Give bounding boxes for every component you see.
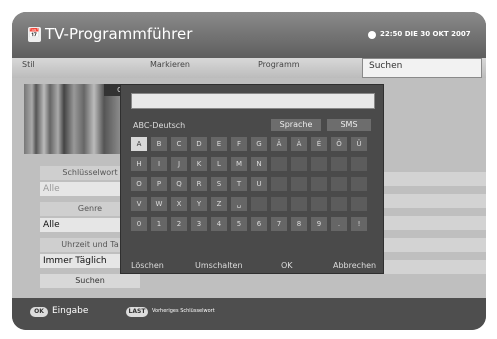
language-button[interactable]: Sprache xyxy=(271,119,321,131)
last-key-icon: LAST xyxy=(126,307,148,317)
keyboard-input[interactable] xyxy=(131,93,375,109)
key-4-5[interactable]: 5 xyxy=(231,217,247,231)
key-3-6[interactable] xyxy=(251,197,267,211)
key-0-6[interactable]: G xyxy=(251,137,267,151)
cancel-button[interactable]: Abbrechen xyxy=(333,261,376,270)
key-1-3[interactable]: K xyxy=(191,157,207,171)
ok-key-icon: OK xyxy=(30,307,48,317)
key-0-4[interactable]: E xyxy=(211,137,227,151)
key-1-0[interactable]: H xyxy=(131,157,147,171)
key-4-0[interactable]: 0 xyxy=(131,217,147,231)
key-4-6[interactable]: 6 xyxy=(251,217,267,231)
key-3-1[interactable]: W xyxy=(151,197,167,211)
search-button[interactable]: Suchen xyxy=(40,274,140,288)
clock-icon xyxy=(368,31,376,39)
key-3-10[interactable] xyxy=(331,197,347,211)
key-0-1[interactable]: B xyxy=(151,137,167,151)
key-3-0[interactable]: V xyxy=(131,197,147,211)
key-4-10[interactable]: . xyxy=(331,217,347,231)
key-2-8[interactable] xyxy=(291,177,307,191)
key-4-1[interactable]: 1 xyxy=(151,217,167,231)
key-2-4[interactable]: S xyxy=(211,177,227,191)
shift-button[interactable]: Umschalten xyxy=(195,261,243,270)
key-3-5[interactable]: ␣ xyxy=(231,197,247,211)
key-4-11[interactable]: ! xyxy=(351,217,367,231)
key-4-4[interactable]: 4 xyxy=(211,217,227,231)
key-1-9[interactable] xyxy=(311,157,327,171)
tv-screen: 📅 TV-Programmführer 22:50 DIE 30 OKT 200… xyxy=(12,12,486,330)
key-2-10[interactable] xyxy=(331,177,347,191)
key-3-3[interactable]: Y xyxy=(191,197,207,211)
tab-programm[interactable]: Programm xyxy=(258,60,300,69)
key-2-6[interactable]: U xyxy=(251,177,267,191)
key-3-9[interactable] xyxy=(311,197,327,211)
key-3-2[interactable]: X xyxy=(171,197,187,211)
key-0-0[interactable]: A xyxy=(131,137,147,151)
virtual-keyboard: ABC-Deutsch Sprache SMS ABCDEFGÄÀÉÖÜ HIJK… xyxy=(120,84,384,274)
key-2-9[interactable] xyxy=(311,177,327,191)
key-0-11[interactable]: Ü xyxy=(351,137,367,151)
last-hint: Vorheriges Schlüsselwort xyxy=(152,308,215,314)
ok-button[interactable]: OK xyxy=(281,261,293,270)
key-0-5[interactable]: F xyxy=(231,137,247,151)
key-2-11[interactable] xyxy=(351,177,367,191)
key-1-2[interactable]: J xyxy=(171,157,187,171)
key-2-3[interactable]: R xyxy=(191,177,207,191)
key-2-7[interactable] xyxy=(271,177,287,191)
key-0-10[interactable]: Ö xyxy=(331,137,347,151)
key-1-11[interactable] xyxy=(351,157,367,171)
key-3-7[interactable] xyxy=(271,197,287,211)
delete-button[interactable]: Löschen xyxy=(131,261,164,270)
key-1-10[interactable] xyxy=(331,157,347,171)
sms-button[interactable]: SMS xyxy=(327,119,371,131)
key-0-8[interactable]: À xyxy=(291,137,307,151)
key-2-1[interactable]: P xyxy=(151,177,167,191)
ok-hint: Eingabe xyxy=(52,306,89,316)
key-4-2[interactable]: 2 xyxy=(171,217,187,231)
key-1-6[interactable]: N xyxy=(251,157,267,171)
keyboard-actions: Löschen Umschalten OK Abbrechen xyxy=(121,261,383,273)
key-3-8[interactable] xyxy=(291,197,307,211)
key-3-11[interactable] xyxy=(351,197,367,211)
tab-bar: Stil Markieren Programm Suchen xyxy=(12,58,486,78)
key-4-8[interactable]: 8 xyxy=(291,217,307,231)
key-4-7[interactable]: 7 xyxy=(271,217,287,231)
key-1-4[interactable]: L xyxy=(211,157,227,171)
page-title: TV-Programmführer xyxy=(45,25,193,43)
tab-suchen[interactable]: Suchen xyxy=(362,58,482,78)
header-bar: 📅 TV-Programmführer 22:50 DIE 30 OKT 200… xyxy=(12,12,486,58)
tab-markieren[interactable]: Markieren xyxy=(150,60,190,69)
tab-stil[interactable]: Stil xyxy=(22,60,35,69)
key-1-1[interactable]: I xyxy=(151,157,167,171)
key-0-9[interactable]: É xyxy=(311,137,327,151)
key-2-5[interactable]: T xyxy=(231,177,247,191)
key-0-7[interactable]: Ä xyxy=(271,137,287,151)
key-2-0[interactable]: O xyxy=(131,177,147,191)
key-3-4[interactable]: Z xyxy=(211,197,227,211)
key-1-5[interactable]: M xyxy=(231,157,247,171)
key-4-9[interactable]: 9 xyxy=(311,217,327,231)
key-1-8[interactable] xyxy=(291,157,307,171)
key-0-2[interactable]: C xyxy=(171,137,187,151)
key-1-7[interactable] xyxy=(271,157,287,171)
footer-bar: OK Eingabe LAST Vorheriges Schlüsselwort xyxy=(12,298,486,330)
datetime: 22:50 DIE 30 OKT 2007 xyxy=(380,30,471,38)
key-4-3[interactable]: 3 xyxy=(191,217,207,231)
keyboard-mode: ABC-Deutsch xyxy=(133,121,186,130)
key-2-2[interactable]: Q xyxy=(171,177,187,191)
key-0-3[interactable]: D xyxy=(191,137,207,151)
epg-icon: 📅 xyxy=(28,27,41,42)
